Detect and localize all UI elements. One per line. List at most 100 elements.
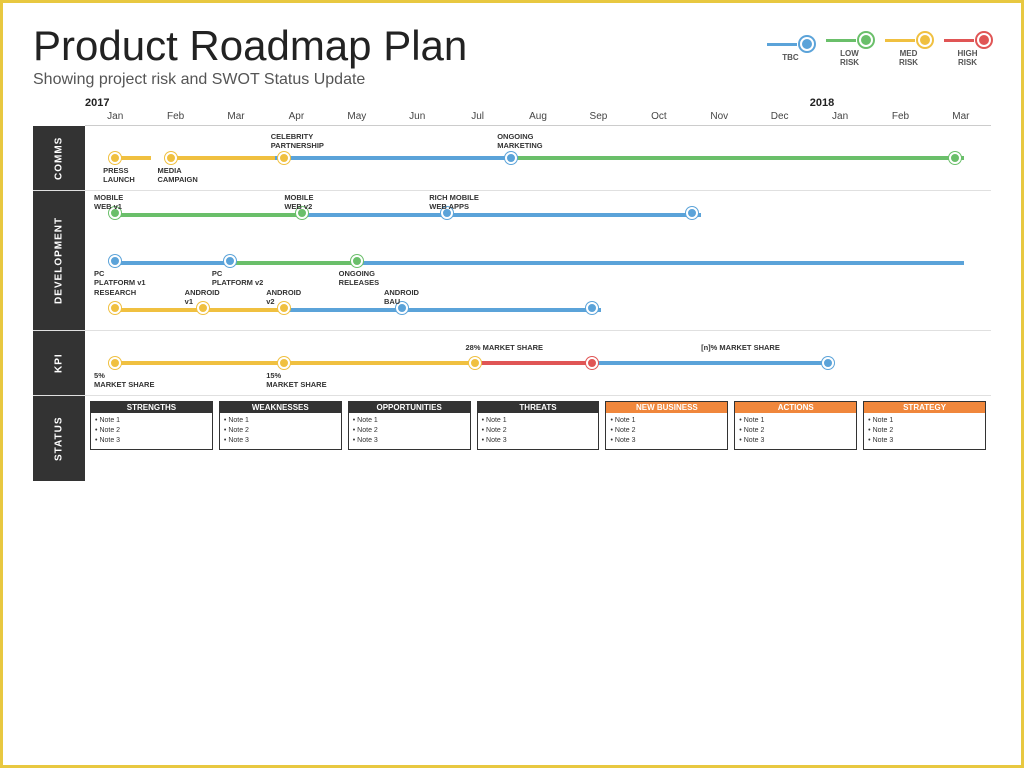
dev-track1a — [115, 213, 314, 217]
month-feb1: Feb — [145, 111, 205, 122]
swot-actions-n1: Note 1 — [739, 416, 852, 426]
legend-tbc-line — [767, 43, 797, 46]
month-dec: Dec — [749, 111, 809, 122]
legend: TBC LOWRISK MEDRISK — [767, 33, 991, 68]
kpi-l5: [n]% MARKET SHARE — [701, 343, 780, 352]
section-kpi: KPI 5% MARKET SHARE 15% MARKET SHARE 28%… — [33, 331, 991, 396]
swot-opp-n3: Note 3 — [353, 436, 466, 446]
month-jan2: Jan — [810, 111, 870, 122]
dev3-n5 — [586, 302, 598, 314]
legend-tbc-dot — [800, 37, 814, 51]
legend-high-line — [944, 39, 974, 42]
dev3-l2: ANDROID v1 — [185, 288, 220, 306]
month-nov: Nov — [689, 111, 749, 122]
kpi-track4 — [592, 361, 828, 365]
kpi-n3 — [469, 357, 481, 369]
kpi-content: 5% MARKET SHARE 15% MARKET SHARE 28% MAR… — [85, 331, 991, 395]
swot-nb-n3: Note 3 — [610, 436, 723, 446]
dev1-n4 — [686, 207, 698, 219]
row-label-spacer — [33, 97, 85, 126]
legend-high-label: HIGHRISK — [958, 50, 978, 68]
status-content: STRENGTHS Note 1 Note 2 Note 3 WEAKNESSE… — [85, 396, 991, 481]
comms-label-media: MEDIA CAMPAIGN — [157, 166, 197, 184]
swot-strategy-n3: Note 3 — [868, 436, 981, 446]
dev-track3d — [402, 308, 601, 312]
comms-node-4 — [505, 152, 517, 164]
month-jul: Jul — [447, 111, 507, 122]
comms-node-3 — [278, 152, 290, 164]
swot-threats-n1: Note 1 — [482, 416, 595, 426]
swot-actions-n2: Note 2 — [739, 426, 852, 436]
dev-track3c — [284, 308, 402, 312]
swot-strategy-n1: Note 1 — [868, 416, 981, 426]
legend-low-dot — [859, 33, 873, 47]
title-block: Product Roadmap Plan Showing project ris… — [33, 23, 467, 89]
dev2-l1: PC PLATFORM v1 — [94, 269, 146, 287]
comms-track-1b — [171, 156, 289, 160]
dev2-n1 — [109, 255, 121, 267]
month-oct: Oct — [629, 111, 689, 122]
month-aug: Aug — [508, 111, 568, 122]
dev1-l1: MOBILE WEB v1 — [94, 193, 123, 211]
legend-med-risk: MEDRISK — [885, 33, 932, 68]
swot-strengths-n2: Note 2 — [95, 426, 208, 436]
kpi-n5 — [822, 357, 834, 369]
comms-node-end — [949, 152, 961, 164]
comms-content: PRESS LAUNCH MEDIA CAMPAIGN CELEBRITY PA… — [85, 126, 991, 190]
status-label: STATUS — [33, 396, 85, 481]
legend-med-dot — [918, 33, 932, 47]
swot-new-business-title: NEW BUSINESS — [606, 402, 727, 413]
dev1-l3: RICH MOBILE WEB APPS — [429, 193, 479, 211]
header: Product Roadmap Plan Showing project ris… — [33, 23, 991, 89]
dev-track2c — [357, 261, 964, 265]
swot-strategy: STRATEGY Note 1 Note 2 Note 3 — [863, 401, 986, 449]
swot-strengths-n3: Note 3 — [95, 436, 208, 446]
kpi-l4: 28% MARKET SHARE — [466, 343, 544, 352]
swot-threats: THREATS Note 1 Note 2 Note 3 — [477, 401, 600, 449]
kpi-l2: 15% MARKET SHARE — [266, 371, 326, 389]
development-content: MOBILE WEB v1 MOBILE WEB v2 RICH MOBILE … — [85, 191, 991, 330]
comms-label-ongoing: ONGOING MARKETING — [497, 132, 542, 150]
year-2017: 2017 — [85, 97, 810, 109]
swot-nb-n1: Note 1 — [610, 416, 723, 426]
legend-med-line — [885, 39, 915, 42]
month-feb2: Feb — [870, 111, 930, 122]
timeline-wrapper: 2017 2018 Jan Feb Mar Apr May Jun Jul Au… — [33, 97, 991, 126]
swot-threats-n3: Note 3 — [482, 436, 595, 446]
dev-track2b — [230, 261, 357, 265]
dev2-l2: PC PLATFORM v2 — [212, 269, 264, 287]
comms-node-1 — [109, 152, 121, 164]
swot-weaknesses-n3: Note 3 — [224, 436, 337, 446]
dev3-n1 — [109, 302, 121, 314]
kpi-track2 — [284, 361, 483, 365]
legend-low-risk: LOWRISK — [826, 33, 873, 68]
swot-actions-n3: Note 3 — [739, 436, 852, 446]
subtitle: Showing project risk and SWOT Status Upd… — [33, 71, 467, 89]
dev-track1b — [302, 213, 456, 217]
swot-strengths-n1: Note 1 — [95, 416, 208, 426]
legend-high-dot — [977, 33, 991, 47]
comms-gantt: PRESS LAUNCH MEDIA CAMPAIGN CELEBRITY PA… — [85, 134, 991, 182]
legend-low-label: LOWRISK — [840, 50, 859, 68]
comms-node-2 — [165, 152, 177, 164]
timeline-header: 2017 2018 Jan Feb Mar Apr May Jun Jul Au… — [85, 97, 991, 126]
page: Product Roadmap Plan Showing project ris… — [3, 3, 1021, 765]
swot-new-business: NEW BUSINESS Note 1 Note 2 Note 3 — [605, 401, 728, 449]
dev3-l1: RESEARCH — [94, 288, 136, 297]
legend-tbc-label: TBC — [782, 54, 798, 63]
dev2-n2 — [224, 255, 236, 267]
month-jan1: Jan — [85, 111, 145, 122]
swot-opportunities: OPPORTUNITIES Note 1 Note 2 Note 3 — [348, 401, 471, 449]
swot-weaknesses-n1: Note 1 — [224, 416, 337, 426]
month-mar1: Mar — [206, 111, 266, 122]
dev3-l4: ANDROID BAU — [384, 288, 419, 306]
kpi-track3 — [475, 361, 593, 365]
swot-actions-title: ACTIONS — [735, 402, 856, 413]
swot-threats-title: THREATS — [478, 402, 599, 413]
swot-strategy-n2: Note 2 — [868, 426, 981, 436]
kpi-n1 — [109, 357, 121, 369]
comms-label-celeb: CELEBRITY PARTNERSHIP — [271, 132, 324, 150]
comms-label-press: PRESS LAUNCH — [103, 166, 135, 184]
kpi-label: KPI — [33, 331, 85, 395]
kpi-track1 — [115, 361, 296, 365]
